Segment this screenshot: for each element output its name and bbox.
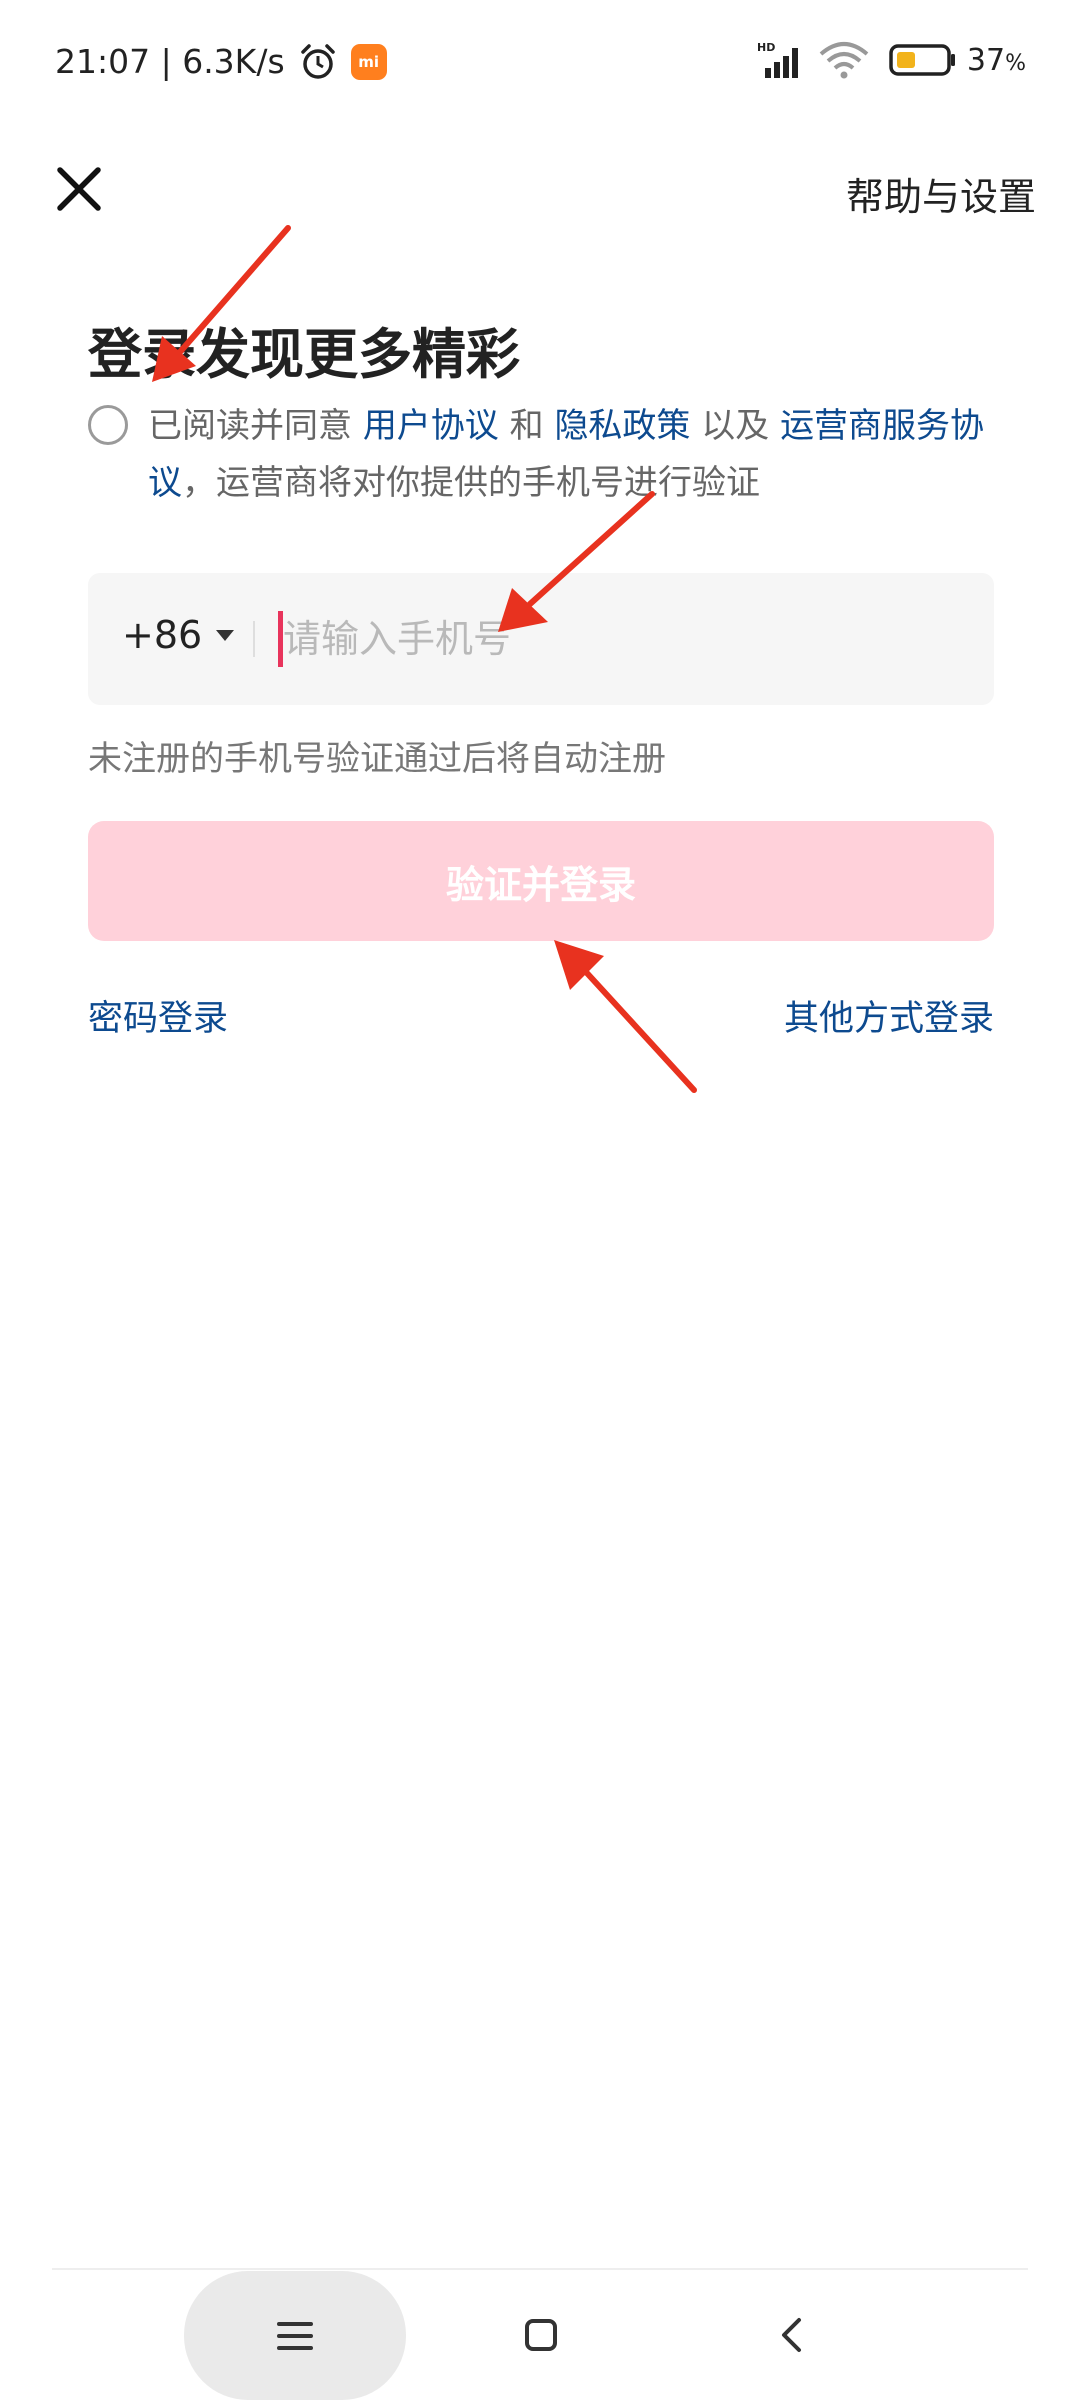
close-icon[interactable] bbox=[54, 164, 104, 214]
auto-register-hint: 未注册的手机号验证通过后将自动注册 bbox=[88, 739, 666, 779]
wifi-icon bbox=[819, 42, 869, 79]
phone-input-box: +86 bbox=[88, 573, 994, 705]
status-left: 21:07 | 6.3K/s mi bbox=[55, 42, 387, 81]
agreement-prefix: 已阅读并同意 bbox=[148, 406, 363, 446]
user-agreement-link[interactable]: 用户协议 bbox=[363, 406, 499, 446]
network-hd-label: HD bbox=[757, 41, 775, 54]
help-settings-link[interactable]: 帮助与设置 bbox=[846, 166, 1036, 221]
country-code-select[interactable]: +86 bbox=[122, 613, 235, 657]
status-right: HD 37% bbox=[757, 40, 1026, 80]
back-icon bbox=[782, 2318, 801, 2352]
battery-percent: 37% bbox=[966, 42, 1026, 78]
phone-number-input[interactable] bbox=[283, 605, 963, 673]
cellular-signal-icon: HD bbox=[757, 41, 798, 78]
status-time-speed: 21:07 | 6.3K/s bbox=[55, 42, 285, 81]
input-divider bbox=[253, 621, 255, 657]
annotation-arrow bbox=[554, 940, 697, 1093]
agreement-also: 以及 bbox=[690, 406, 781, 446]
agreement-radio[interactable] bbox=[88, 405, 128, 445]
password-login-link[interactable]: 密码登录 bbox=[88, 990, 228, 1041]
nav-back-button[interactable] bbox=[766, 2310, 816, 2360]
battery-icon bbox=[889, 44, 955, 76]
nav-menu-button[interactable] bbox=[184, 2271, 406, 2400]
other-login-link[interactable]: 其他方式登录 bbox=[784, 990, 994, 1041]
nav-home-button[interactable] bbox=[516, 2310, 566, 2360]
home-icon bbox=[525, 2319, 557, 2351]
menu-icon bbox=[277, 2321, 313, 2350]
agreement-text: 已阅读并同意 用户协议 和 隐私政策 以及 运营商服务协议，运营商将对你提供的手… bbox=[148, 398, 1008, 512]
mi-app-icon: mi bbox=[350, 43, 387, 80]
verify-login-button[interactable]: 验证并登录 bbox=[88, 821, 994, 941]
privacy-policy-link[interactable]: 隐私政策 bbox=[554, 406, 690, 446]
agreement-and: 和 bbox=[498, 406, 555, 446]
page-title: 登录发现更多精彩 bbox=[88, 323, 520, 386]
caret-down-icon bbox=[216, 629, 235, 641]
country-code: +86 bbox=[122, 613, 203, 657]
agreement-suffix: ，运营商将对你提供的手机号进行验证 bbox=[182, 463, 760, 503]
nav-divider bbox=[52, 2268, 1028, 2270]
alarm-icon bbox=[300, 43, 335, 79]
agreement-section: 已阅读并同意 用户协议 和 隐私政策 以及 运营商服务协议，运营商将对你提供的手… bbox=[88, 398, 1008, 512]
status-bar: 21:07 | 6.3K/s mi HD 37% bbox=[0, 0, 1080, 130]
